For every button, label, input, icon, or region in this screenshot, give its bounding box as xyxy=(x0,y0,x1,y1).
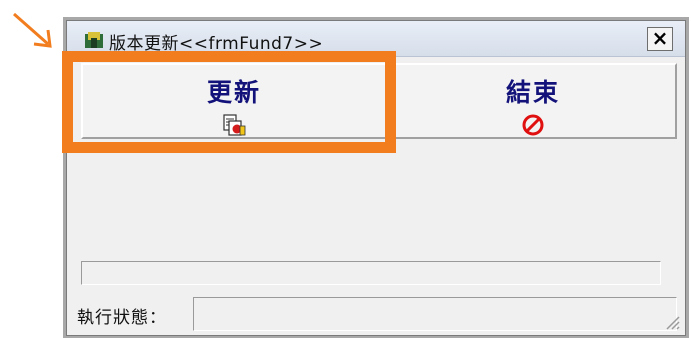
prohibited-icon xyxy=(522,114,544,136)
app-icon xyxy=(85,32,103,48)
close-button[interactable]: × xyxy=(647,27,673,51)
progress-bar xyxy=(81,261,661,285)
status-field xyxy=(193,297,677,331)
annotation-arrow-icon xyxy=(13,12,52,48)
close-icon: × xyxy=(651,26,669,50)
resize-grip-icon[interactable] xyxy=(663,313,681,331)
status-label: 執行狀態： xyxy=(77,308,167,328)
annotation-highlight-box xyxy=(62,51,396,153)
end-button-label: 結束 xyxy=(505,78,560,107)
stage: 版本更新<<frmFund7>> × 更新 結束 執行狀態： xyxy=(0,0,691,338)
end-button[interactable]: 結束 xyxy=(389,63,677,139)
